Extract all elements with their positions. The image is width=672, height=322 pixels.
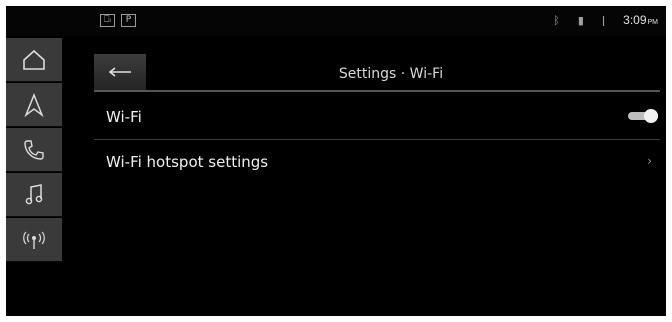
phone-connected-icon: ⎕ᵢ xyxy=(100,14,115,27)
nav-phone[interactable] xyxy=(6,128,62,172)
wifi-toggle-row[interactable]: Wi-Fi xyxy=(94,95,660,139)
battery-icon: ǀ xyxy=(601,13,606,27)
parking-icon: P xyxy=(121,14,136,27)
infotainment-screen: ⎕ᵢ P ᛒ ▮ ǀ 3:09PM Settings · Wi-Fi Wi-Fi… xyxy=(6,6,666,316)
clock-ampm: PM xyxy=(647,19,659,26)
signal-icon: ▮ xyxy=(577,13,584,27)
navigation-arrow-icon xyxy=(24,92,44,117)
chevron-right-icon: › xyxy=(647,154,652,168)
wifi-hotspot-label: Wi-Fi hotspot settings xyxy=(106,153,269,171)
side-nav xyxy=(6,36,62,316)
radio-antenna-icon xyxy=(23,231,45,249)
clock: 3:09PM xyxy=(623,13,658,27)
page-title: Settings · Wi-Fi xyxy=(338,66,444,82)
wifi-hotspot-settings-row[interactable]: Wi-Fi hotspot settings › xyxy=(94,140,660,184)
nav-home[interactable] xyxy=(6,38,62,82)
phone-icon xyxy=(24,139,44,160)
nav-navigation[interactable] xyxy=(6,83,62,127)
status-bar: ⎕ᵢ P ᛒ ▮ ǀ 3:09PM xyxy=(6,6,666,36)
back-arrow-icon xyxy=(108,67,131,77)
header-divider xyxy=(94,90,660,92)
bluetooth-icon: ᛒ xyxy=(553,13,560,27)
home-icon xyxy=(23,49,45,70)
wifi-label: Wi-Fi xyxy=(106,108,142,126)
back-button[interactable] xyxy=(94,54,146,90)
nav-radio[interactable] xyxy=(6,218,62,262)
status-left-icons: ⎕ᵢ P xyxy=(100,14,136,27)
music-note-icon xyxy=(25,183,43,204)
toggle-knob xyxy=(644,109,658,123)
clock-time: 3:09 xyxy=(623,13,647,27)
wifi-toggle[interactable] xyxy=(628,109,658,123)
nav-media[interactable] xyxy=(6,173,62,217)
status-right-icons: ᛒ ▮ ǀ 3:09PM xyxy=(553,13,658,27)
